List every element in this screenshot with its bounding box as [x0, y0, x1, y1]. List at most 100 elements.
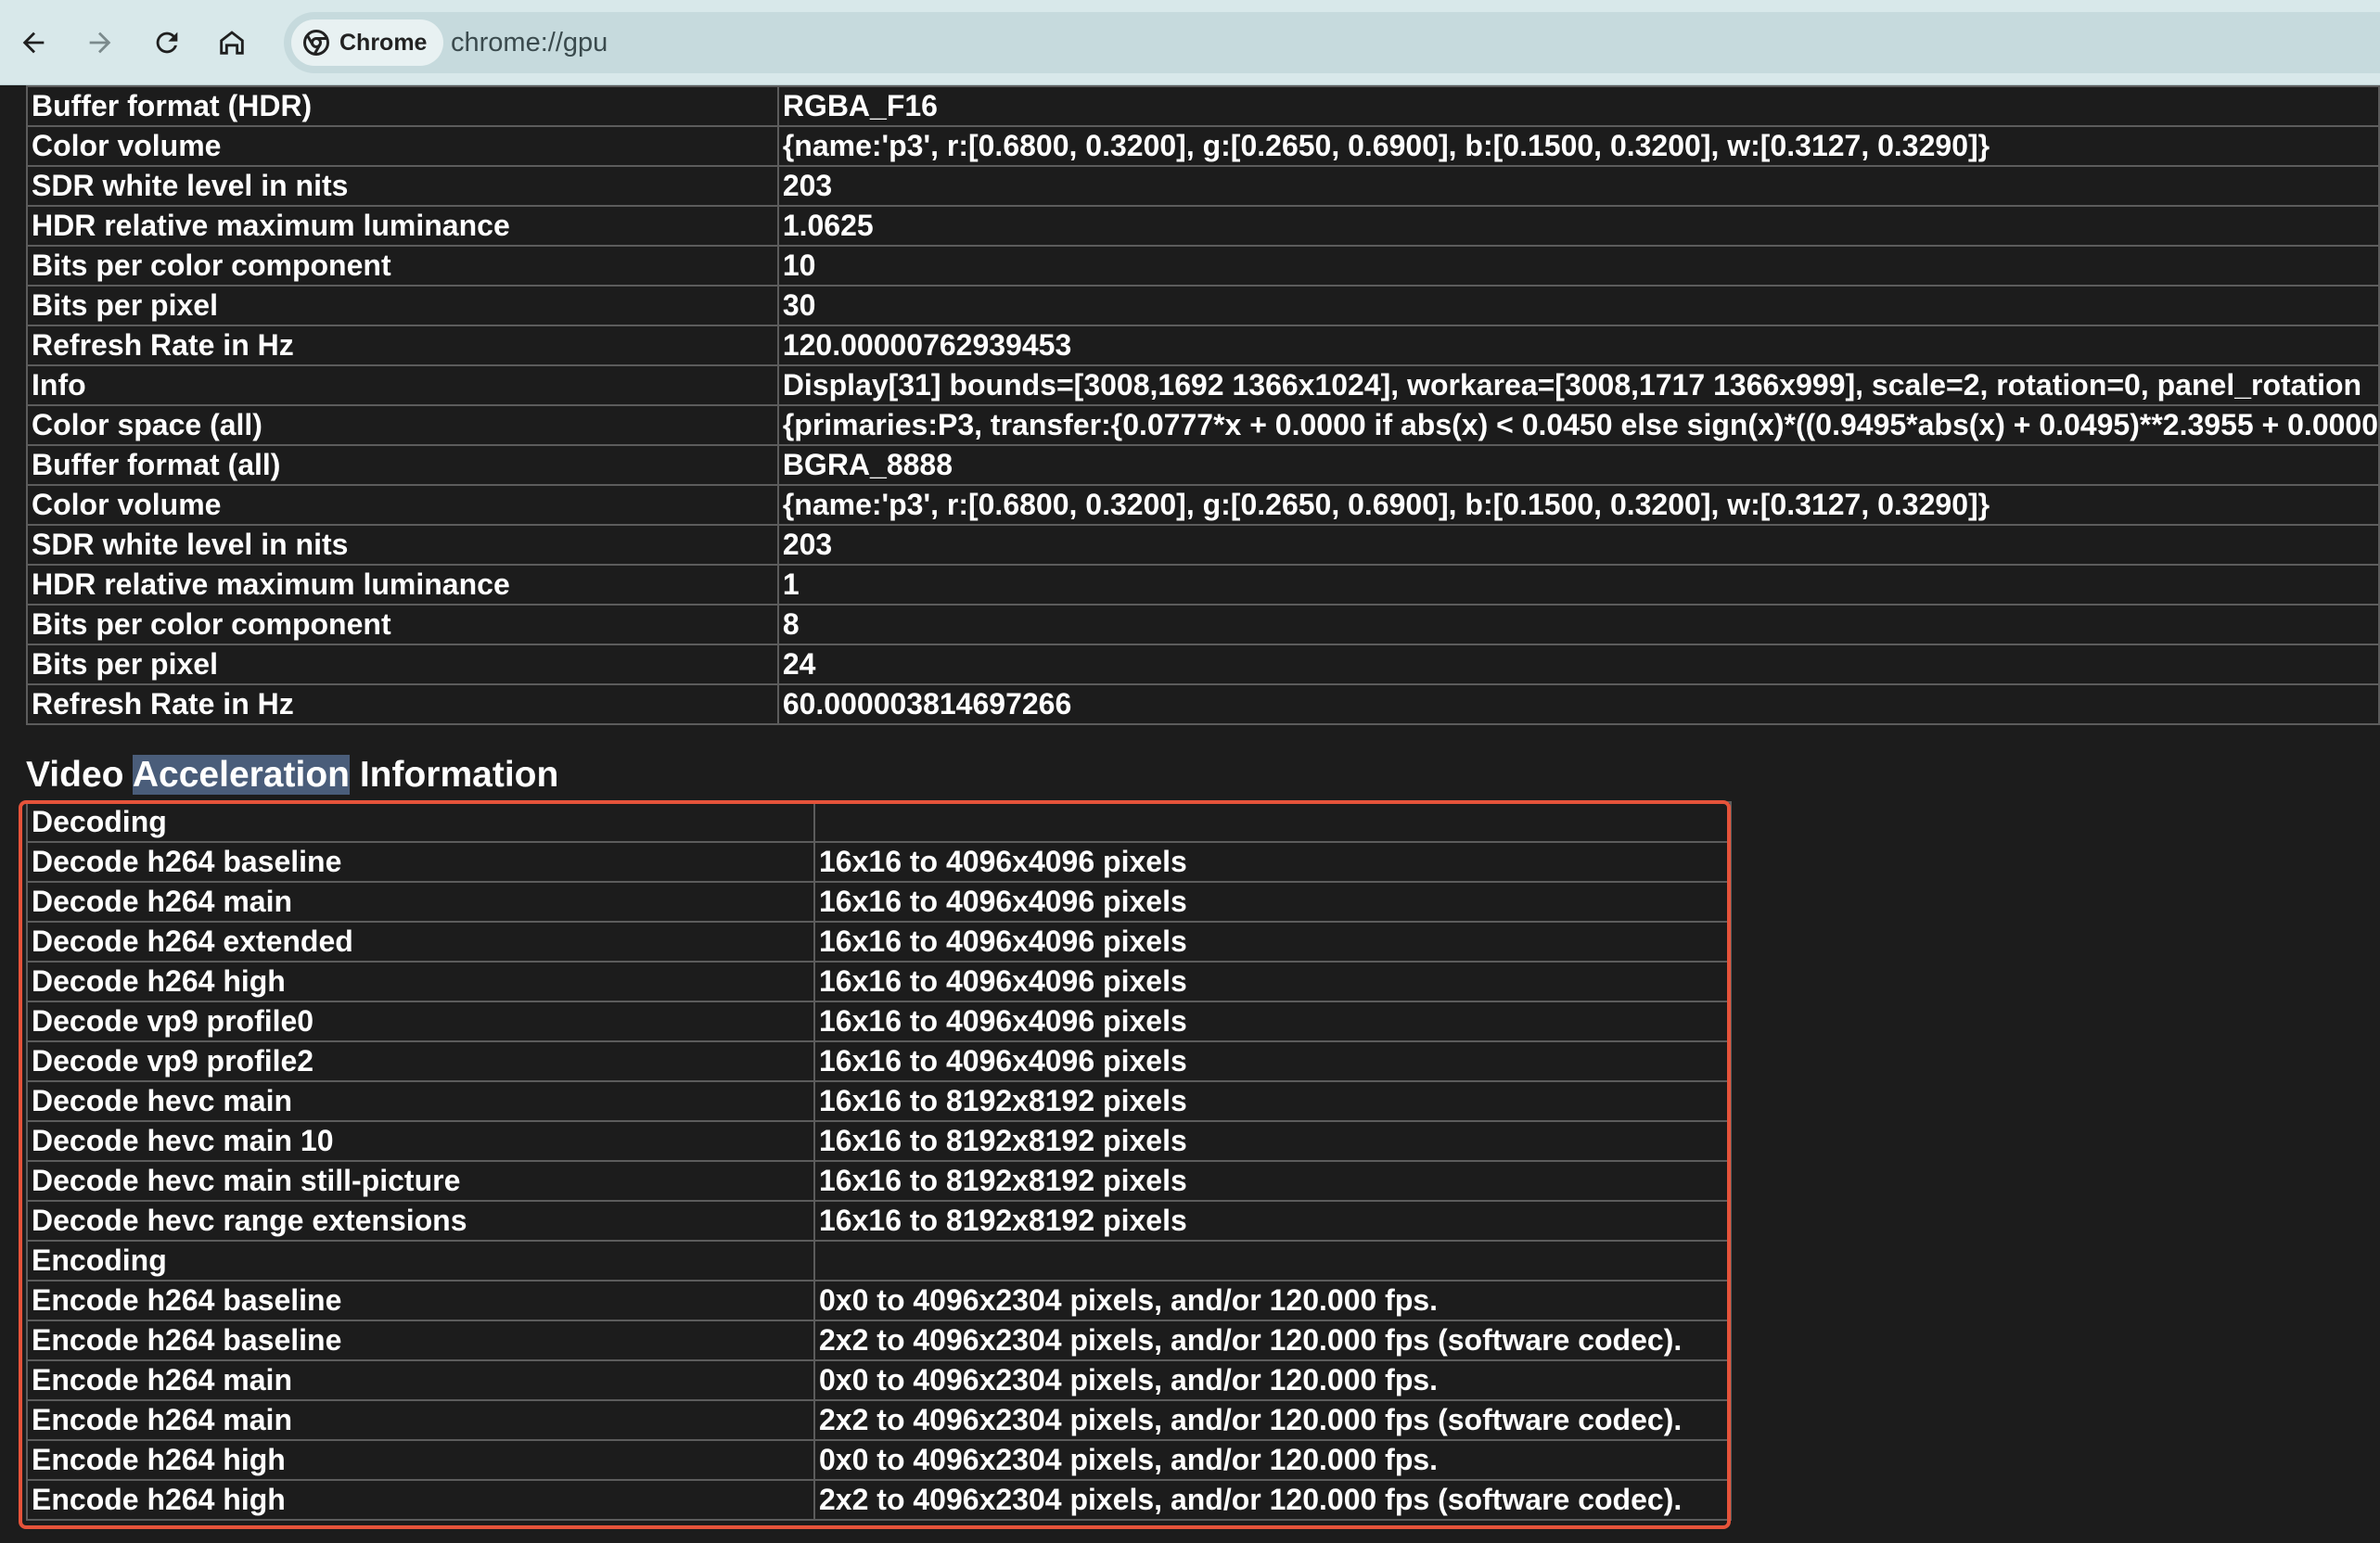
- video-acceleration-row: Decode vp9 profile0 16x16 to 4096x4096 pi…: [26, 1001, 1732, 1042]
- row-value: Display[31] bounds=[3008,1692 1366x1024]…: [776, 364, 2380, 406]
- row-label: HDR relative maximum luminance: [26, 564, 779, 606]
- display-info-row: HDR relative maximum luminance 1: [26, 564, 2380, 606]
- row-value: 0x0 to 4096x2304 pixels, and/or 120.000 …: [813, 1439, 1732, 1481]
- video-acceleration-row: Decode h264 extended 16x16 to 4096x4096 p…: [26, 921, 1732, 963]
- row-label: Color volume: [26, 125, 779, 167]
- row-value: 16x16 to 4096x4096 pixels: [813, 1001, 1732, 1042]
- row-value: 16x16 to 4096x4096 pixels: [813, 921, 1732, 963]
- forward-button[interactable]: [78, 20, 122, 65]
- address-bar[interactable]: Chrome chrome://gpu: [284, 12, 2380, 73]
- row-label: Decode h264 main: [26, 881, 815, 923]
- row-label: Decode hevc main still-picture: [26, 1160, 815, 1202]
- row-value: 203: [776, 524, 2380, 566]
- display-info-row: SDR white level in nits 203: [26, 524, 2380, 566]
- row-value: 2x2 to 4096x2304 pixels, and/or 120.000 …: [813, 1479, 1732, 1521]
- home-button[interactable]: [210, 20, 254, 65]
- video-acceleration-row: Encode h264 baseline 0x0 to 4096x2304 pix…: [26, 1280, 1732, 1321]
- row-value: 2x2 to 4096x2304 pixels, and/or 120.000 …: [813, 1320, 1732, 1361]
- back-arrow-icon: [22, 32, 45, 54]
- row-label: Decoding: [26, 801, 815, 843]
- row-value: 0x0 to 4096x2304 pixels, and/or 120.000 …: [813, 1280, 1732, 1321]
- row-label: Buffer format (HDR): [26, 85, 779, 127]
- row-label: Bits per pixel: [26, 644, 779, 685]
- row-label: Info: [26, 364, 779, 406]
- row-value: [813, 1240, 1732, 1282]
- chip-label: Chrome: [339, 29, 428, 56]
- row-label: Refresh Rate in Hz: [26, 683, 779, 725]
- row-value: 30: [776, 285, 2380, 326]
- row-label: Encode h264 main: [26, 1359, 815, 1401]
- row-label: Decode hevc range extensions: [26, 1200, 815, 1242]
- row-value: 1.0625: [776, 205, 2380, 247]
- row-value: 16x16 to 8192x8192 pixels: [813, 1120, 1732, 1162]
- row-value: 203: [776, 165, 2380, 207]
- video-acceleration-row: Decode hevc range extensions 16x16 to 819…: [26, 1200, 1732, 1242]
- row-label: Bits per color component: [26, 604, 779, 645]
- row-value: 1: [776, 564, 2380, 606]
- display-info-table: Buffer format (HDR) RGBA_F16 Color volume{…: [26, 85, 2380, 725]
- row-value: [813, 801, 1732, 843]
- row-value: 16x16 to 4096x4096 pixels: [813, 841, 1732, 883]
- video-acceleration-row: Encode h264 high 2x2 to 4096x2304 pixels,…: [26, 1479, 1732, 1521]
- video-acceleration-row: Encode h264 high 0x0 to 4096x2304 pixels,…: [26, 1439, 1732, 1481]
- video-acceleration-table: Decoding Decode h264 baseline 16x16 to 409…: [26, 801, 1732, 1521]
- display-info-row: SDR white level in nits 203: [26, 165, 2380, 207]
- browser-toolbar: Chrome chrome://gpu: [0, 0, 2380, 85]
- home-icon: [220, 31, 244, 55]
- display-info-row: Buffer format (all) BGRA_8888: [26, 444, 2380, 486]
- row-label: Decode hevc main: [26, 1080, 815, 1122]
- row-label: Decode vp9 profile2: [26, 1040, 815, 1082]
- row-label: SDR white level in nits: [26, 165, 779, 207]
- heading-text-post: Information: [349, 755, 559, 795]
- display-info-row: Bits per pixel 24: [26, 644, 2380, 685]
- row-label: Encode h264 main: [26, 1399, 815, 1441]
- video-acceleration-row: Decode hevc main 16x16 to 8192x8192 pixel…: [26, 1080, 1732, 1122]
- row-value: BGRA_8888: [776, 444, 2380, 486]
- video-acceleration-row: Decode h264 baseline 16x16 to 4096x4096 p…: [26, 841, 1732, 883]
- row-value: 16x16 to 8192x8192 pixels: [813, 1200, 1732, 1242]
- video-acceleration-row: Encode h264 main 0x0 to 4096x2304 pixels,…: [26, 1359, 1732, 1401]
- video-acceleration-row: Decode hevc main 10 16x16 to 8192x8192 pi…: [26, 1120, 1732, 1162]
- row-label: Buffer format (all): [26, 444, 779, 486]
- chrome-logo-icon: [303, 30, 329, 56]
- video-acceleration-row: Encode h264 baseline 2x2 to 4096x2304 pix…: [26, 1320, 1732, 1361]
- row-label: Encoding: [26, 1240, 815, 1282]
- row-value: RGBA_F16: [776, 85, 2380, 127]
- row-label: Decode hevc main 10: [26, 1120, 815, 1162]
- row-label: Decode h264 extended: [26, 921, 815, 963]
- url-text[interactable]: chrome://gpu: [451, 12, 608, 73]
- display-info-row: Color volume {name:'p3', r:[0.6800, 0.320…: [26, 484, 2380, 526]
- row-value: {name:'p3', r:[0.6800, 0.3200], g:[0.265…: [776, 484, 2380, 526]
- display-info-row: Buffer format (HDR) RGBA_F16: [26, 85, 2380, 127]
- display-info-row: Refresh Rate in Hz 120.00000762939453: [26, 325, 2380, 366]
- reload-button[interactable]: [145, 20, 189, 65]
- video-acceleration-row: Encode h264 main 2x2 to 4096x2304 pixels,…: [26, 1399, 1732, 1441]
- video-acceleration-row: Encoding: [26, 1240, 1732, 1282]
- row-label: Color space (all): [26, 404, 779, 446]
- row-label: SDR white level in nits: [26, 524, 779, 566]
- row-label: Encode h264 baseline: [26, 1280, 815, 1321]
- row-value: 16x16 to 8192x8192 pixels: [813, 1080, 1732, 1122]
- display-info-row: Bits per color component 10: [26, 245, 2380, 287]
- back-button[interactable]: [11, 20, 56, 65]
- video-acceleration-row: Decode vp9 profile2 16x16 to 4096x4096 pi…: [26, 1040, 1732, 1082]
- reload-icon: [156, 32, 178, 54]
- display-info-row: Bits per color component 8: [26, 604, 2380, 645]
- row-value: {name:'p3', r:[0.6800, 0.3200], g:[0.265…: [776, 125, 2380, 167]
- display-info-row: Info Display[31] bounds=[3008,1692 1366x1…: [26, 364, 2380, 406]
- row-label: Refresh Rate in Hz: [26, 325, 779, 366]
- row-value: 2x2 to 4096x2304 pixels, and/or 120.000 …: [813, 1399, 1732, 1441]
- display-info-row: HDR relative maximum luminance 1.0625: [26, 205, 2380, 247]
- display-info-row: Bits per pixel 30: [26, 285, 2380, 326]
- row-label: Decode h264 baseline: [26, 841, 815, 883]
- row-label: Encode h264 high: [26, 1439, 815, 1481]
- row-value: {primaries:P3, transfer:{0.0777*x + 0.00…: [776, 404, 2380, 446]
- row-value: 8: [776, 604, 2380, 645]
- row-value: 16x16 to 4096x4096 pixels: [813, 881, 1732, 923]
- chrome-site-chip[interactable]: Chrome: [291, 19, 444, 66]
- forward-arrow-icon: [89, 32, 111, 54]
- video-acceleration-row: Decoding: [26, 801, 1732, 843]
- row-label: Bits per pixel: [26, 285, 779, 326]
- row-label: HDR relative maximum luminance: [26, 205, 779, 247]
- display-info-row: Color space (all) {primaries:P3, transfer…: [26, 404, 2380, 446]
